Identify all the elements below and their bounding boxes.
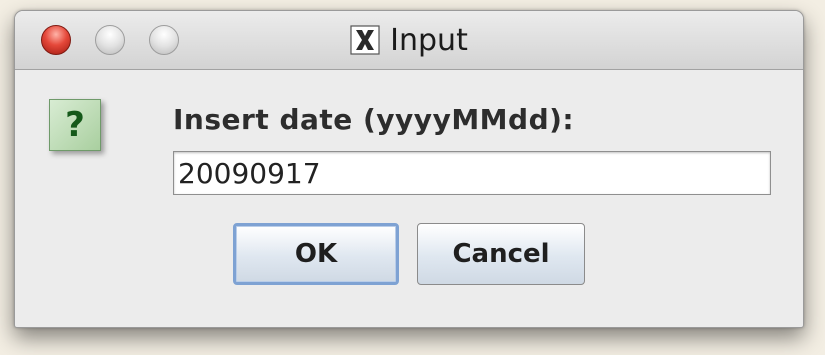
cancel-button[interactable]: Cancel <box>417 223 585 285</box>
input-dialog-window: Input ? Insert date (yyyyMMdd): OK Cance… <box>14 10 804 328</box>
ok-button[interactable]: OK <box>233 223 399 285</box>
date-prompt-label: Insert date (yyyyMMdd): <box>173 103 575 136</box>
x-window-icon <box>350 25 380 55</box>
title-bar[interactable]: Input <box>15 11 803 70</box>
question-icon: ? <box>49 99 101 151</box>
window-title: Input <box>390 22 468 58</box>
title-container: Input <box>15 11 803 69</box>
date-input[interactable] <box>173 151 771 195</box>
